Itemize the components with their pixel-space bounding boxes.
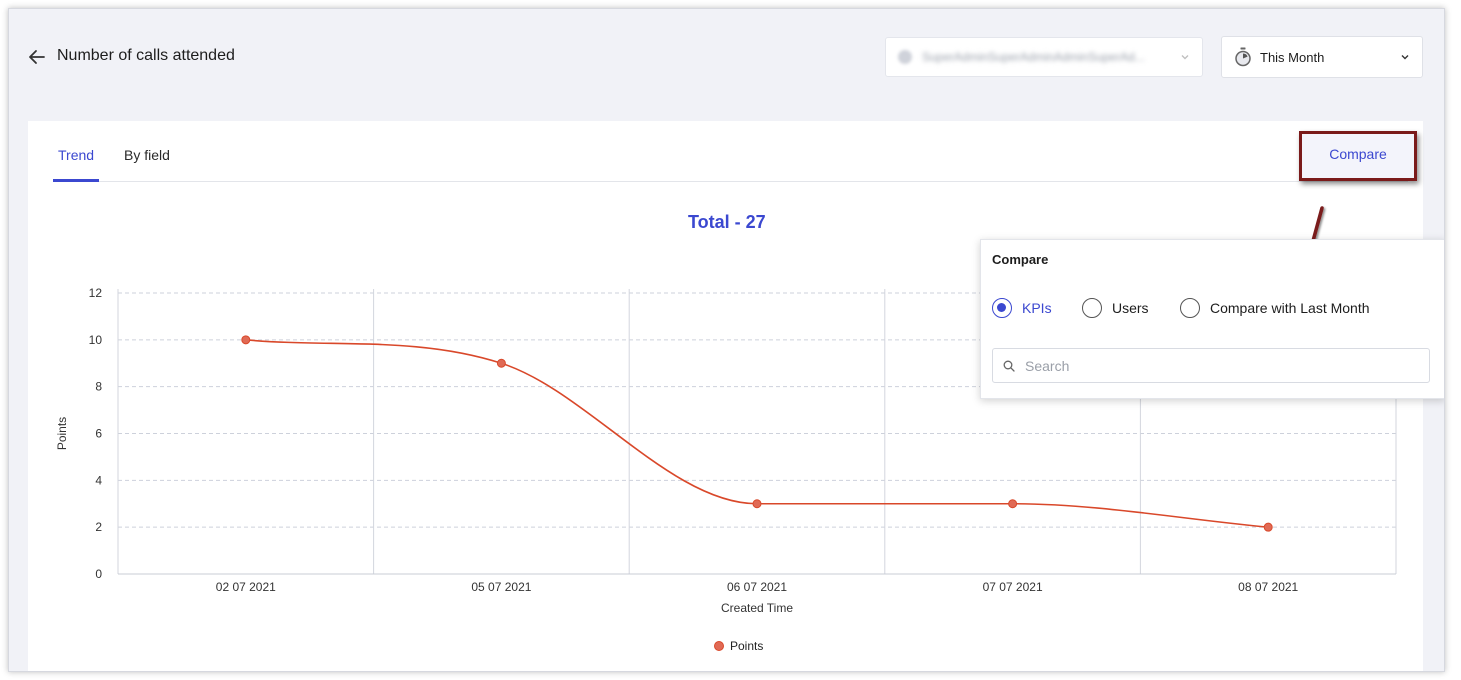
x-tick-label: 08 07 2021 xyxy=(1238,580,1298,594)
data-point xyxy=(1263,522,1273,532)
x-tick-label: 05 07 2021 xyxy=(471,580,531,594)
data-point xyxy=(496,358,506,368)
period-select-value: This Month xyxy=(1260,49,1325,65)
data-point xyxy=(241,335,251,345)
compare-popup: Compare KPIs Users Compare with Last Mon… xyxy=(980,239,1444,399)
y-axis-title: Points xyxy=(55,417,69,450)
data-point xyxy=(752,499,762,509)
legend-marker xyxy=(714,641,724,651)
arrow-left-icon[interactable] xyxy=(27,47,47,67)
user-icon xyxy=(898,50,912,64)
y-tick-label: 2 xyxy=(95,520,102,534)
y-tick-label: 0 xyxy=(95,567,102,581)
search-icon xyxy=(1003,360,1015,372)
chevron-down-icon xyxy=(1181,55,1189,60)
x-tick-label: 07 07 2021 xyxy=(983,580,1043,594)
compare-search-box[interactable] xyxy=(992,348,1430,383)
legend-label: Points xyxy=(730,639,763,653)
user-select[interactable]: SuperAdminSuperAdminAdminSuperAd... xyxy=(885,37,1203,77)
x-tick-label: 06 07 2021 xyxy=(727,580,787,594)
period-select[interactable]: This Month xyxy=(1221,36,1423,78)
page-title: Number of calls attended xyxy=(57,47,235,64)
radio-option-kpis[interactable]: KPIs xyxy=(992,298,1052,318)
radio-option-users[interactable]: Users xyxy=(1082,298,1149,318)
y-tick-label: 6 xyxy=(95,427,102,441)
radio-users[interactable] xyxy=(1082,298,1102,318)
popup-title: Compare xyxy=(992,252,1049,267)
radio-users-label: Users xyxy=(1112,300,1149,316)
radio-kpis[interactable] xyxy=(992,298,1012,318)
x-tick-label: 02 07 2021 xyxy=(216,580,276,594)
x-axis-title: Created Time xyxy=(721,601,793,615)
radio-kpis-label: KPIs xyxy=(1022,300,1052,316)
radio-last-month[interactable] xyxy=(1180,298,1200,318)
radio-option-last-month[interactable]: Compare with Last Month xyxy=(1180,298,1370,318)
stopwatch-icon xyxy=(1235,47,1251,67)
compare-search-input[interactable] xyxy=(1025,357,1419,374)
y-tick-label: 4 xyxy=(95,473,102,487)
y-tick-label: 12 xyxy=(89,286,103,300)
user-select-value: SuperAdminSuperAdminAdminSuperAd... xyxy=(922,50,1145,64)
data-point xyxy=(1008,499,1018,509)
y-tick-label: 8 xyxy=(95,380,102,394)
app-frame: Number of calls attended SuperAdminSuper… xyxy=(8,8,1445,672)
chevron-down-icon xyxy=(1401,55,1409,60)
radio-last-month-label: Compare with Last Month xyxy=(1210,300,1370,316)
y-tick-label: 10 xyxy=(89,333,103,347)
